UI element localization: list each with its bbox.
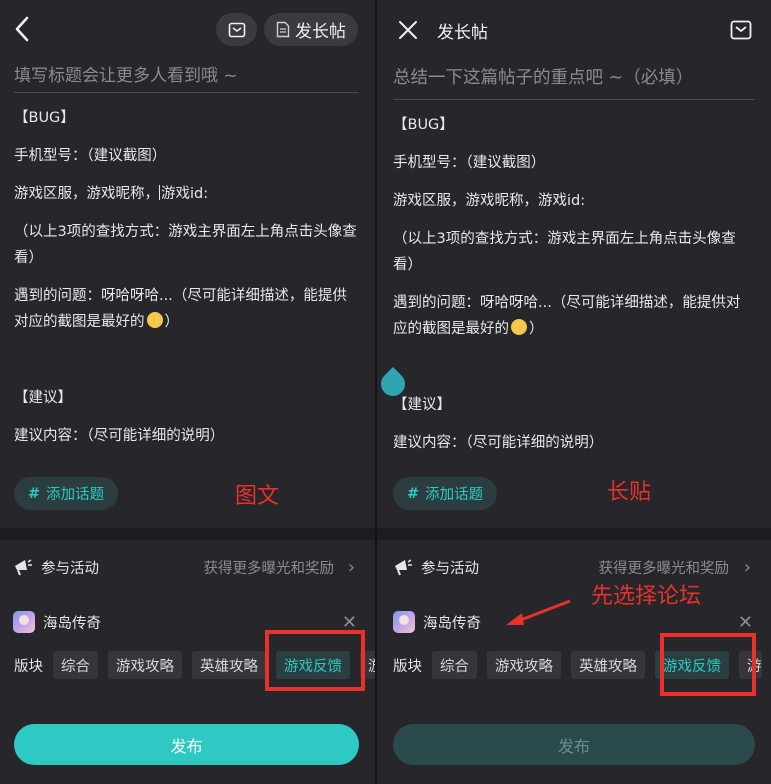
board-chip-game-guide[interactable]: 游戏攻略	[487, 651, 561, 679]
activity-hint: 获得更多曝光和奖励	[598, 560, 730, 577]
document-icon	[276, 21, 290, 38]
body-suggest-heading: 【建议】	[393, 397, 451, 413]
body-phone-line: 手机型号：（建议截图）	[14, 148, 167, 164]
top-bar: 发长帖	[377, 0, 771, 58]
draft-box-icon[interactable]	[729, 18, 753, 42]
forum-avatar	[13, 611, 35, 633]
section-divider	[0, 528, 375, 540]
post-body-editor[interactable]: 【BUG】 手机型号：（建议截图） 游戏区服，游戏昵称，游戏id: （以上3项的…	[393, 112, 751, 456]
activity-label: 参与活动	[41, 560, 99, 577]
activity-label: 参与活动	[421, 560, 479, 577]
summary-input[interactable]: 总结一下这篇帖子的重点吧 ~（必填）	[393, 64, 693, 89]
body-lookup-line: （以上3项的查找方式：游戏主界面左上角点击头像查看）	[393, 231, 736, 273]
highlight-box	[660, 633, 756, 696]
emoji-icon	[511, 319, 527, 335]
activity-hint: 获得更多曝光和奖励	[203, 560, 335, 577]
draft-box-icon	[228, 22, 245, 37]
right-panel-long-post: 发长帖 总结一下这篇帖子的重点吧 ~（必填） 【BUG】 手机型号：（建议截图）…	[377, 0, 771, 784]
board-label: 版块	[393, 658, 422, 675]
summary-underline	[393, 99, 755, 100]
title-input[interactable]: 填写标题会让更多人看到哦 ~	[14, 61, 238, 86]
hash-icon: #	[407, 485, 420, 502]
board-chip-general[interactable]: 综合	[432, 651, 477, 679]
body-bug-heading: 【BUG】	[14, 110, 75, 126]
text-cursor	[159, 185, 160, 200]
header-title: 发长帖	[437, 23, 488, 43]
add-topic-button[interactable]: # 添加话题	[393, 477, 498, 510]
publish-button[interactable]: 发布	[393, 724, 755, 765]
megaphone-icon	[395, 559, 412, 576]
activity-row[interactable]: 参与活动 获得更多曝光和奖励 ›	[377, 549, 771, 585]
body-suggest-line: 建议内容：（尽可能详细的说明）	[393, 435, 604, 451]
megaphone-icon	[15, 559, 32, 576]
board-chip-hero-guide[interactable]: 英雄攻略	[571, 651, 645, 679]
highlight-box	[265, 630, 365, 691]
forum-name: 海岛传奇	[43, 615, 101, 632]
long-post-button[interactable]: 发长帖	[264, 13, 358, 46]
section-divider	[377, 528, 771, 540]
board-chip-general[interactable]: 综合	[53, 651, 98, 679]
body-phone-line: 手机型号：（建议截图）	[393, 155, 546, 171]
add-topic-button[interactable]: # 添加话题	[14, 477, 119, 510]
body-problem-line: 遇到的问题：呀哈呀哈...（尽可能详细描述，能提供对应的截图是最好的）	[393, 295, 741, 337]
long-post-label: 发长帖	[295, 22, 346, 42]
back-chevron-icon[interactable]	[8, 14, 36, 44]
left-panel-image-text-post: 发长帖 填写标题会让更多人看到哦 ~ 【BUG】 手机型号：（建议截图） 游戏区…	[0, 0, 375, 784]
chevron-right-icon: ›	[743, 556, 751, 578]
activity-row[interactable]: 参与活动 获得更多曝光和奖励 ›	[0, 549, 375, 585]
body-server-line: 游戏区服，游戏昵称，游戏id:	[14, 185, 209, 202]
body-suggest-heading: 【建议】	[14, 390, 72, 406]
title-underline	[14, 92, 359, 93]
body-server-line: 游戏区服，游戏昵称，游戏id:	[393, 193, 586, 209]
body-problem-line: 遇到的问题：呀哈呀哈...（尽可能详细描述，能提供对应的截图是最好的）	[14, 288, 347, 330]
publish-button[interactable]: 发布	[14, 724, 359, 765]
board-label: 版块	[14, 658, 43, 675]
close-icon[interactable]: ✕	[738, 612, 753, 633]
emoji-icon	[146, 312, 163, 328]
chevron-right-icon: ›	[347, 556, 355, 578]
annotation-long-post: 长贴	[607, 480, 652, 505]
annotation-image-text: 图文	[235, 484, 280, 509]
post-body-editor[interactable]: 【BUG】 手机型号：（建议截图） 游戏区服，游戏昵称，游戏id: （以上3项的…	[14, 105, 359, 449]
body-suggest-line: 建议内容：（尽可能详细的说明）	[14, 428, 225, 444]
add-topic-label: 添加话题	[425, 487, 484, 503]
board-chip-hero-guide[interactable]: 英雄攻略	[192, 651, 266, 679]
top-bar: 发长帖	[0, 0, 375, 58]
body-bug-heading: 【BUG】	[393, 117, 454, 133]
draft-box-button[interactable]	[216, 13, 257, 46]
hash-icon: #	[28, 485, 41, 502]
forum-avatar	[393, 611, 415, 633]
board-chip-game-guide[interactable]: 游戏攻略	[108, 651, 182, 679]
annotation-select-forum: 先选择论坛	[591, 584, 702, 609]
close-icon[interactable]	[397, 19, 419, 41]
add-topic-label: 添加话题	[46, 487, 105, 503]
body-lookup-line: （以上3项的查找方式：游戏主界面左上角点击头像查看）	[14, 224, 357, 266]
forum-name: 海岛传奇	[423, 615, 481, 632]
